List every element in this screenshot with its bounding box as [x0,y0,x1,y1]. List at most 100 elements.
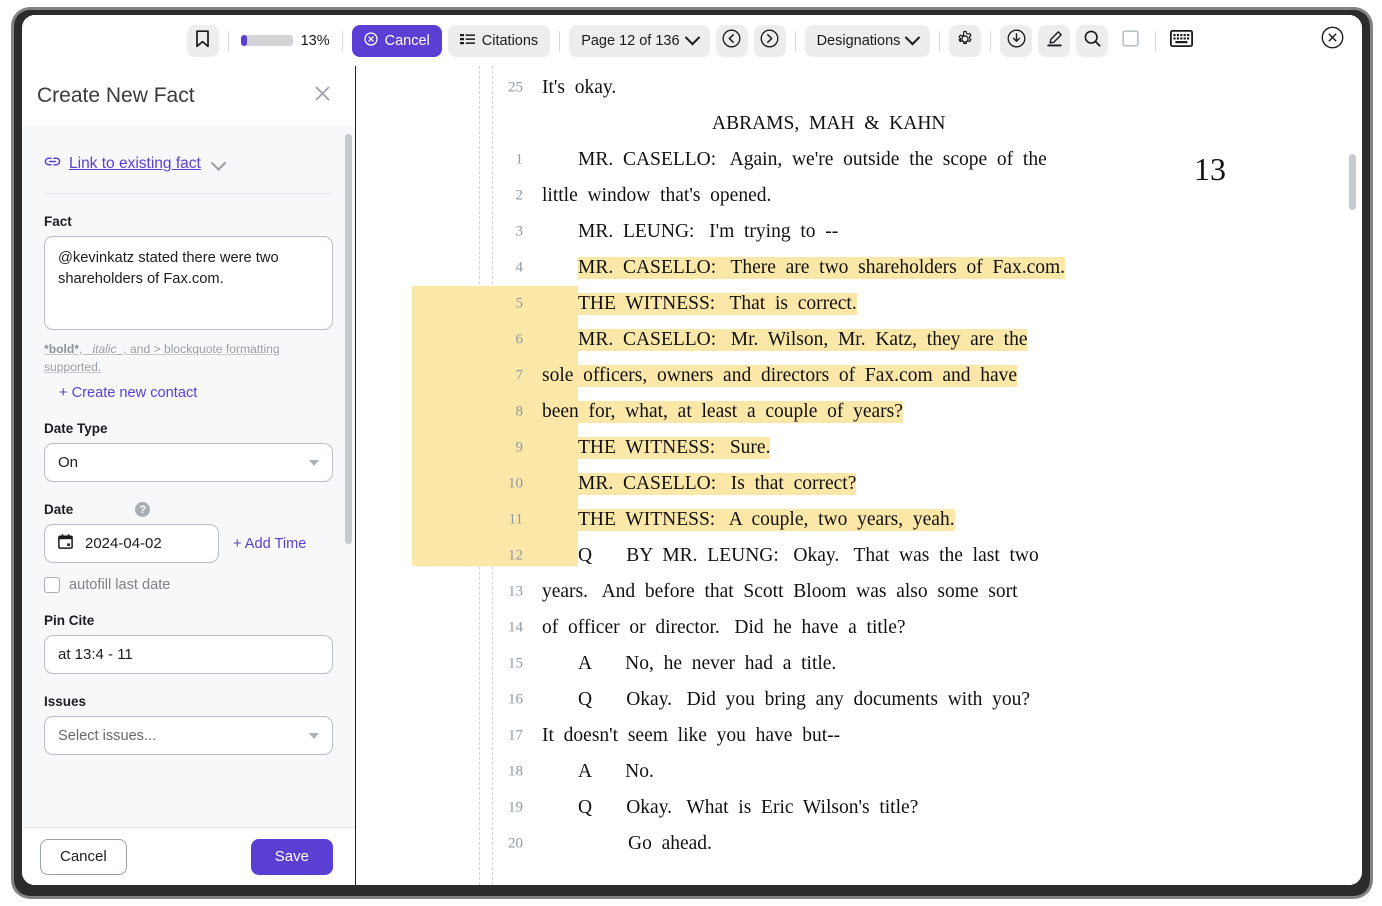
screen-root: 13% Cancel [0,0,1382,906]
transcript-line-number: 15 [501,656,523,673]
transcript-line-text: A No, he never had a title. [578,653,836,675]
cancel-button[interactable]: Cancel [352,25,442,57]
link-to-existing-fact-row[interactable]: Link to existing fact [44,155,333,173]
transcript-line[interactable]: 2little window that's opened. [356,178,1362,214]
settings-button[interactable] [949,25,981,57]
transcript-line[interactable]: 4MR. CASELLO: There are two shareholders… [356,250,1362,286]
transcript-line[interactable]: 3MR. LEUNG: I'm trying to -- [356,214,1362,250]
progress-label: 13% [301,33,330,49]
bookmark-button[interactable] [187,25,219,57]
transcript-line[interactable]: 6 MR. CASELLO: Mr. Wilson, Mr. Katz, they… [356,322,1362,358]
date-value: 2024-04-02 [85,535,162,552]
toolbar-divider [559,31,560,51]
cancel-circle-icon [364,32,378,50]
help-italic: _italic_ [86,342,124,356]
chevron-down-icon [905,30,921,46]
transcript-line[interactable]: 20Go ahead. [356,826,1362,862]
formatting-help-text: *bold*, _italic_, and > blockquote forma… [44,341,333,376]
transcript-line[interactable]: 10MR. CASELLO: Is that correct? [356,466,1362,502]
autofill-last-date-row[interactable]: autofill last date [44,577,333,593]
help-mid: , [79,342,86,356]
toolbar-divider [228,31,229,51]
link-to-existing-fact-label: Link to existing fact [69,155,201,173]
transcript-line-number: 8 [501,404,523,421]
transcript-line[interactable]: 11THE WITNESS: A couple, two years, yeah… [356,502,1362,538]
transcript-lines: 25It's okay.ABRAMS, MAH & KAHN1MR. CASEL… [356,70,1362,862]
transcript-line[interactable]: 19Q Okay. What is Eric Wilson's title? [356,790,1362,826]
transcript-line-text: It's okay. [542,77,616,99]
transcript-line[interactable]: ABRAMS, MAH & KAHN [356,106,1362,142]
transcript-line-number: 17 [501,728,523,745]
date-label: Date [44,502,73,517]
transcript-line[interactable]: 16Q Okay. Did you bring any documents wi… [356,682,1362,718]
transcript-line[interactable]: 7 sole officers, owners and directors of … [356,358,1362,394]
progress-track [241,35,293,46]
transcript-line[interactable]: 12Q BY MR. LEUNG: Okay. That was the las… [356,538,1362,574]
question-mark-icon[interactable]: ? [135,502,150,517]
toolbar-divider [795,31,796,51]
transcript-line-text: ABRAMS, MAH & KAHN [712,113,946,135]
transcript-line-text: MR. CASELLO: There are two shareholders … [578,257,1065,279]
toolbar-divider [1155,31,1156,51]
transcript-line-text: MR. CASELLO: Mr. Wilson, Mr. Katz, they … [578,329,1027,351]
transcript-line[interactable]: 5THE WITNESS: That is correct. [356,286,1362,322]
next-page-button[interactable] [754,25,786,57]
transcript-line-number: 7 [501,368,523,385]
keyboard-icon [1170,30,1193,51]
page-selector[interactable]: Page 12 of 136 [569,25,709,57]
transcript-line[interactable]: 9THE WITNESS: Sure. [356,430,1362,466]
designations-button[interactable]: Designations [805,25,931,57]
date-input[interactable]: 2024-04-02 [44,524,219,563]
window-close-button[interactable] [1318,26,1346,54]
transcript-line[interactable]: 25It's okay. [356,70,1362,106]
transcript-line[interactable]: 14of officer or director. Did he have a … [356,610,1362,646]
date-type-select[interactable]: On [44,443,333,482]
close-icon [313,84,332,108]
close-circle-icon [1321,26,1344,54]
transcript-line[interactable]: 8 been for, what, at least a couple of ye… [356,394,1362,430]
issues-select[interactable]: Select issues... [44,716,333,755]
issues-placeholder: Select issues... [58,728,156,744]
autofill-last-date-checkbox[interactable] [44,577,60,593]
cancel-button[interactable]: Cancel [40,839,127,875]
keyboard-shortcuts-button[interactable] [1165,25,1197,57]
citations-button[interactable]: Citations [448,25,550,57]
transcript-line-text: been for, what, at least a couple of yea… [542,401,903,423]
pin-cite-input[interactable] [44,635,333,674]
transcript-line-text: Go ahead. [628,833,712,855]
square-outline-icon [1121,29,1140,52]
progress-fill [241,35,248,46]
create-new-contact-button[interactable]: + Create new contact [59,385,333,401]
page-title: Create New Fact [37,84,195,108]
add-time-button[interactable]: + Add Time [233,536,306,552]
download-button[interactable] [1000,25,1032,57]
transcript-line-text: sole officers, owners and directors of F… [542,365,1017,387]
search-button[interactable] [1076,25,1108,57]
highlight-button[interactable] [1038,25,1070,57]
transcript-line-number: 13 [501,584,523,601]
date-label-row: Date ? [44,502,333,517]
chevron-down-icon[interactable] [211,155,227,171]
transcript-line[interactable]: 1MR. CASELLO: Again, we're outside the s… [356,142,1362,178]
transcript-line[interactable]: 13 years. And before that Scott Bloom was… [356,574,1362,610]
transcript-line[interactable]: 17 It doesn't seem like you have but-- [356,718,1362,754]
square-toggle-button[interactable] [1114,25,1146,57]
sidebar-scrollbar-thumb[interactable] [345,134,352,544]
transcript-line-number: 1 [501,152,523,169]
panel-close-button[interactable] [311,85,333,107]
transcript-line-number: 19 [501,800,523,817]
designations-button-label: Designations [817,33,901,49]
transcript-line[interactable]: 18A No. [356,754,1362,790]
transcript-line[interactable]: 15 A No, he never had a title. [356,646,1362,682]
transcript-viewer[interactable]: 13 25It's okay.ABRAMS, MAH & KAHN1MR. CA… [356,66,1362,885]
transcript-line-text: It doesn't seem like you have but-- [542,725,840,747]
transcript-line-number: 9 [501,440,523,457]
transcript-line-text: years. And before that Scott Bloom was a… [542,581,1018,603]
transcript-line-text: little window that's opened. [542,185,771,207]
top-toolbar: 13% Cancel [22,15,1362,67]
toolbar-divider [990,31,991,51]
previous-page-button[interactable] [716,25,748,57]
save-button[interactable]: Save [251,839,333,875]
fact-input[interactable] [44,236,333,330]
transcript-line-number: 6 [501,332,523,349]
